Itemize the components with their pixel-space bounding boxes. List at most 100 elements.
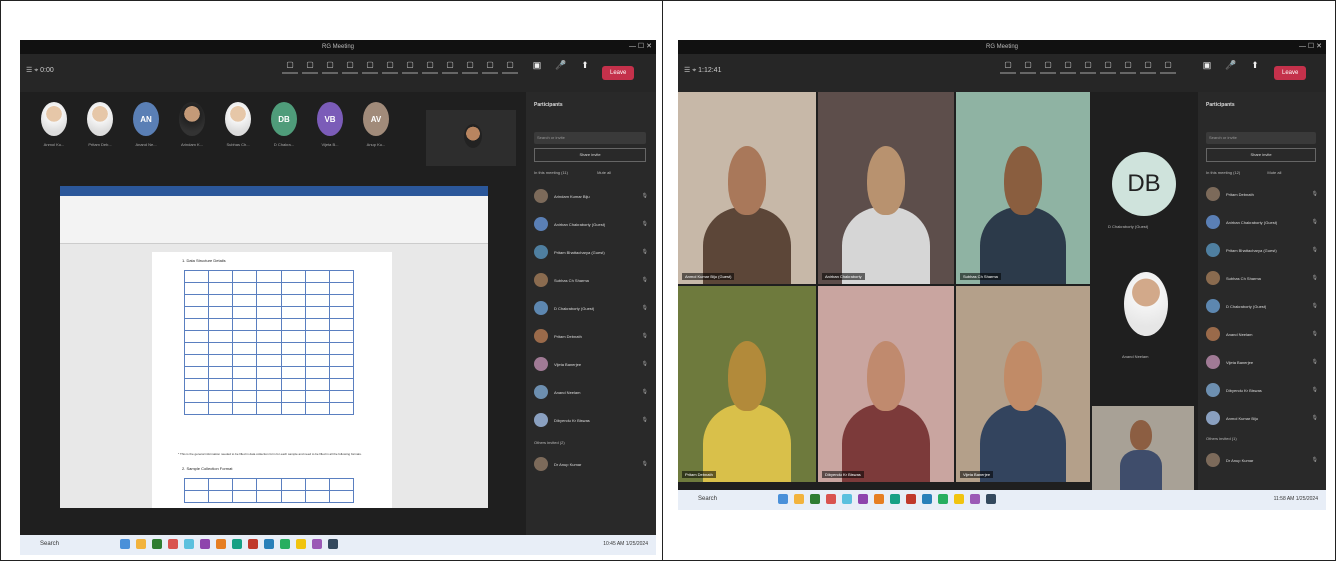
participant-item[interactable]: Pritam Debnath 🎙 xyxy=(534,322,648,350)
participant-item[interactable]: Pritam Bhattacharya (Guest) 🎙 xyxy=(1206,236,1318,264)
toolbar-icon[interactable]: ▢ xyxy=(442,60,458,84)
others-invited-header[interactable]: Others invited (1) xyxy=(1206,436,1237,441)
toolbar-icon[interactable]: ▢ xyxy=(302,60,318,84)
toolbar-icon[interactable]: ▢ xyxy=(1060,60,1076,84)
participant-item[interactable]: Vijeta Banerjee 🎙 xyxy=(534,350,648,378)
in-meeting-section-header[interactable]: In this meeting (12) Mute all xyxy=(1206,170,1281,175)
toolbar-icon[interactable]: ▢ xyxy=(1140,60,1156,84)
taskbar-app-icon[interactable] xyxy=(152,539,162,549)
taskbar-app-icon[interactable] xyxy=(874,494,884,504)
mic-button[interactable]: 🎤 xyxy=(552,60,570,84)
participant-item[interactable]: Dibyendu Kr Biswas 🎙 xyxy=(534,406,648,434)
taskbar-search[interactable]: Search xyxy=(40,541,59,547)
camera-button[interactable]: ▣ xyxy=(1198,60,1216,84)
self-view-pip[interactable] xyxy=(1092,406,1194,490)
toolbar-icon[interactable]: ▢ xyxy=(342,60,358,84)
leave-button[interactable]: Leave xyxy=(1274,66,1307,80)
participant-avatar[interactable]: VB Vijeta B... xyxy=(312,102,348,147)
video-tile[interactable]: Subhas Ch Sharma xyxy=(956,92,1090,284)
share-button[interactable]: ⬆ xyxy=(576,60,594,84)
taskbar-app-icon[interactable] xyxy=(264,539,274,549)
participant-item[interactable]: Dibyendu Kr Biswas 🎙 xyxy=(1206,376,1318,404)
participant-item[interactable]: Pritam Bhattacharya (Guest) 🎙 xyxy=(534,238,648,266)
taskbar-app-icon[interactable] xyxy=(216,539,226,549)
toolbar-icon[interactable]: ▢ xyxy=(362,60,378,84)
toolbar-icon[interactable]: ▢ xyxy=(382,60,398,84)
participant-avatar[interactable]: Arindam K... xyxy=(174,102,210,147)
participant-item[interactable]: Subhas Ch Sharma 🎙 xyxy=(1206,264,1318,292)
share-invite-button[interactable]: Share invite xyxy=(1206,148,1316,162)
participant-item[interactable]: Anirban Chakraborty (Guest) 🎙 xyxy=(1206,208,1318,236)
toolbar-icon[interactable]: ▢ xyxy=(502,60,518,84)
taskbar-app-icon[interactable] xyxy=(136,539,146,549)
participant-item[interactable]: Dr Anup Kumar 🎙 xyxy=(1206,446,1318,474)
taskbar-search[interactable]: Search xyxy=(698,496,717,502)
participant-item[interactable]: Anirban Chakraborty (Guest) 🎙 xyxy=(534,210,648,238)
participant-item[interactable]: D Chakraborty (Guest) 🎙 xyxy=(1206,292,1318,320)
toolbar-icon[interactable]: ▢ xyxy=(1100,60,1116,84)
toolbar-icon[interactable]: ▢ xyxy=(1120,60,1136,84)
taskbar-app-icon[interactable] xyxy=(184,539,194,549)
participants-search-input[interactable]: Search or invite xyxy=(534,132,646,144)
taskbar-app-icon[interactable] xyxy=(906,494,916,504)
taskbar-app-icon[interactable] xyxy=(954,494,964,504)
toolbar-icon[interactable]: ▢ xyxy=(422,60,438,84)
share-invite-button[interactable]: Share invite xyxy=(534,148,646,162)
taskbar-app-icon[interactable] xyxy=(248,539,258,549)
taskbar-app-icon[interactable] xyxy=(938,494,948,504)
participant-avatar[interactable]: DB D Chakra... xyxy=(266,102,302,147)
mute-all-link[interactable]: Mute all xyxy=(597,170,611,175)
toolbar-icon[interactable]: ▢ xyxy=(402,60,418,84)
taskbar-app-icon[interactable] xyxy=(328,539,338,549)
taskbar-app-icon[interactable] xyxy=(810,494,820,504)
taskbar-app-icon[interactable] xyxy=(858,494,868,504)
taskbar-app-icon[interactable] xyxy=(312,539,322,549)
taskbar-app-icon[interactable] xyxy=(794,494,804,504)
mute-all-link[interactable]: Mute all xyxy=(1267,170,1281,175)
camera-button[interactable]: ▣ xyxy=(528,60,546,84)
video-tile[interactable]: Vijeta Banerjee xyxy=(956,286,1090,482)
participant-item[interactable]: Anand Neelam 🎙 xyxy=(1206,320,1318,348)
taskbar-app-icon[interactable] xyxy=(922,494,932,504)
taskbar-app-icon[interactable] xyxy=(970,494,980,504)
toolbar-icon[interactable]: ▢ xyxy=(322,60,338,84)
others-invited-header[interactable]: Others invited (2) xyxy=(534,440,565,445)
toolbar-icon[interactable]: ▢ xyxy=(1020,60,1036,84)
toolbar-icon[interactable]: ▢ xyxy=(1160,60,1176,84)
taskbar-app-icon[interactable] xyxy=(826,494,836,504)
toolbar-icon[interactable]: ▢ xyxy=(1080,60,1096,84)
in-meeting-section-header[interactable]: In this meeting (11) Mute all xyxy=(534,170,611,175)
taskbar-app-icon[interactable] xyxy=(296,539,306,549)
participant-item[interactable]: Anmol Kumar Biju 🎙 xyxy=(1206,404,1318,432)
shared-screen-word[interactable]: 1. Data Structure Details * This is the … xyxy=(60,186,488,508)
initials-tile[interactable]: DB D Chakraborty (Guest) Anand Neelam xyxy=(1092,92,1196,362)
participant-avatar[interactable]: Anmol Ku... xyxy=(36,102,72,147)
window-controls[interactable]: — ☐ ✕ xyxy=(1299,40,1322,54)
taskbar-app-icon[interactable] xyxy=(842,494,852,504)
participant-item[interactable]: Pritam Debnath 🎙 xyxy=(1206,180,1318,208)
participant-avatar[interactable]: Pritam Deb... xyxy=(82,102,118,147)
video-tile[interactable]: Pritam Debnath xyxy=(678,286,816,482)
toolbar-icon[interactable]: ▢ xyxy=(482,60,498,84)
participant-avatar[interactable]: AV Anup Ku... xyxy=(358,102,394,147)
taskbar-app-icon[interactable] xyxy=(168,539,178,549)
mic-button[interactable]: 🎤 xyxy=(1222,60,1240,84)
toolbar-icon[interactable]: ▢ xyxy=(1000,60,1016,84)
taskbar-app-icon[interactable] xyxy=(200,539,210,549)
taskbar-app-icon[interactable] xyxy=(120,539,130,549)
taskbar-app-icon[interactable] xyxy=(890,494,900,504)
toolbar-icon[interactable]: ▢ xyxy=(282,60,298,84)
taskbar-app-icon[interactable] xyxy=(232,539,242,549)
toolbar-icon[interactable]: ▢ xyxy=(1040,60,1056,84)
participant-item[interactable]: Subhas Ch Sharma 🎙 xyxy=(534,266,648,294)
taskbar-app-icon[interactable] xyxy=(280,539,290,549)
participant-avatar[interactable]: AN Anand Ne... xyxy=(128,102,164,147)
toolbar-icon[interactable]: ▢ xyxy=(462,60,478,84)
participant-item[interactable]: Arindam Kumar Biju 🎙 xyxy=(534,182,648,210)
window-controls[interactable]: — ☐ ✕ xyxy=(629,40,652,54)
share-button[interactable]: ⬆ xyxy=(1246,60,1264,84)
taskbar-app-icon[interactable] xyxy=(986,494,996,504)
participant-item[interactable]: D Chakraborty (Guest) 🎙 xyxy=(534,294,648,322)
participant-item[interactable]: Vijeta Banerjee 🎙 xyxy=(1206,348,1318,376)
video-tile[interactable]: Anmol Kumar Biju (Guest) xyxy=(678,92,816,284)
